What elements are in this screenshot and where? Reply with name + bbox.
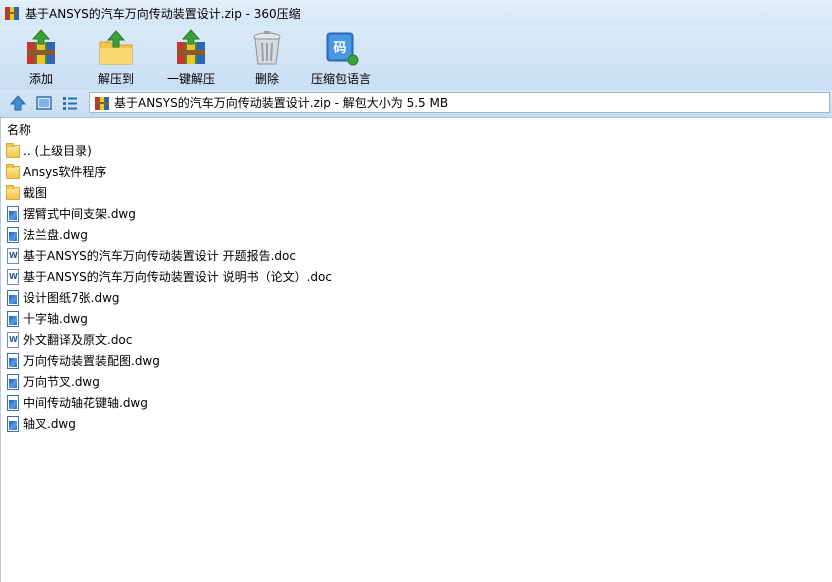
list-item[interactable]: 摆臂式中间支架.dwg <box>6 203 826 224</box>
list-item[interactable]: .. (上级目录) <box>6 140 826 161</box>
folder-icon <box>6 142 20 159</box>
archive-language-label: 压缩包语言 <box>310 72 371 86</box>
list-item[interactable]: 十字轴.dwg <box>6 308 826 329</box>
file-name: 法兰盘.dwg <box>23 228 88 242</box>
extract-to-label: 解压到 <box>97 72 134 86</box>
file-name: 十字轴.dwg <box>23 312 88 326</box>
address-path: 基于ANSYS的汽车万向传动装置设计.zip - 解包大小为 5.5 MB <box>114 96 449 110</box>
list-item[interactable]: 外文翻译及原文.doc <box>6 329 826 350</box>
extract-to-button[interactable]: 解压到 <box>95 26 137 90</box>
list-item[interactable]: 中间传动轴花键轴.dwg <box>6 392 826 413</box>
list-item[interactable]: 基于ANSYS的汽车万向传动装置设计 开题报告.doc <box>6 245 826 266</box>
one-click-extract-icon <box>171 28 211 68</box>
file-name: 外文翻译及原文.doc <box>23 333 133 347</box>
archive-window: 基于ANSYS的汽车万向传动装置设计.zip - 360压缩 添加 解压到 一键… <box>0 0 832 582</box>
file-name: 基于ANSYS的汽车万向传动装置设计 说明书（论文）.doc <box>23 270 332 284</box>
delete-icon <box>247 28 287 68</box>
list-item[interactable]: 万向节叉.dwg <box>6 371 826 392</box>
file-name: 轴叉.dwg <box>23 417 76 431</box>
doc-file-icon <box>6 331 20 348</box>
doc-file-icon <box>6 268 20 285</box>
file-name: .. (上级目录) <box>23 144 92 158</box>
add-label: 添加 <box>28 72 53 86</box>
up-icon[interactable] <box>9 94 27 112</box>
list-item[interactable]: 设计图纸7张.dwg <box>6 287 826 308</box>
delete-button[interactable]: 删除 <box>247 26 287 90</box>
list-item[interactable]: 法兰盘.dwg <box>6 224 826 245</box>
file-name: Ansys软件程序 <box>23 165 107 179</box>
file-list: 名称 .. (上级目录) Ansys软件程序 截图摆臂式中间支架.dwg 法兰盘.dw… <box>0 118 832 582</box>
file-name: 万向传动装置装配图.dwg <box>23 354 160 368</box>
archive-language-icon: 码 <box>321 28 361 68</box>
file-rows: .. (上级目录) Ansys软件程序截图摆臂式中间支架.dwg 法兰盘.dwg 基于… <box>6 140 826 434</box>
list-item[interactable]: Ansys软件程序 <box>6 161 826 182</box>
window-title: 基于ANSYS的汽车万向传动装置设计.zip - 360压缩 <box>25 6 301 21</box>
delete-label: 删除 <box>254 72 279 86</box>
dwg-file-icon <box>6 394 20 411</box>
extract-to-icon <box>96 28 136 68</box>
dwg-file-icon <box>6 289 20 306</box>
dwg-file-icon <box>6 373 20 390</box>
file-name: 万向节叉.dwg <box>23 375 100 389</box>
folder-icon <box>6 163 20 180</box>
view-list-icon[interactable] <box>61 94 79 112</box>
list-item[interactable]: 轴叉.dwg <box>6 413 826 434</box>
address-bar: 基于ANSYS的汽车万向传动装置设计.zip - 解包大小为 5.5 MB <box>0 90 832 118</box>
file-name: 基于ANSYS的汽车万向传动装置设计 开题报告.doc <box>23 249 296 263</box>
dwg-file-icon <box>6 205 20 222</box>
add-button[interactable]: 添加 <box>21 26 61 90</box>
file-name: 摆臂式中间支架.dwg <box>23 207 136 221</box>
address-field[interactable]: 基于ANSYS的汽车万向传动装置设计.zip - 解包大小为 5.5 MB <box>89 92 830 113</box>
dwg-file-icon <box>6 415 20 432</box>
archive-language-button[interactable]: 码 压缩包语言 <box>309 26 373 90</box>
svg-text:码: 码 <box>333 41 346 56</box>
file-name: 中间传动轴花键轴.dwg <box>23 396 148 410</box>
list-item[interactable]: 万向传动装置装配图.dwg <box>6 350 826 371</box>
archive-icon <box>4 5 20 21</box>
title-bar: 基于ANSYS的汽车万向传动装置设计.zip - 360压缩 <box>0 0 832 26</box>
list-item[interactable]: 截图 <box>6 182 826 203</box>
one-click-extract-button[interactable]: 一键解压 <box>166 26 216 90</box>
add-icon <box>21 28 61 68</box>
archive-icon <box>94 95 110 111</box>
dwg-file-icon <box>6 226 20 243</box>
doc-file-icon <box>6 247 20 264</box>
file-name: 截图 <box>23 186 48 200</box>
file-name: 设计图纸7张.dwg <box>23 291 120 305</box>
toolbar: 添加 解压到 一键解压 删除 码 压缩包语言 <box>0 26 832 90</box>
list-item[interactable]: 基于ANSYS的汽车万向传动装置设计 说明书（论文）.doc <box>6 266 826 287</box>
dwg-file-icon <box>6 310 20 327</box>
one-click-extract-label: 一键解压 <box>166 72 215 86</box>
column-header-name[interactable]: 名称 <box>7 121 31 138</box>
folder-icon <box>6 184 20 201</box>
dwg-file-icon <box>6 352 20 369</box>
view-large-icon[interactable] <box>35 94 53 112</box>
